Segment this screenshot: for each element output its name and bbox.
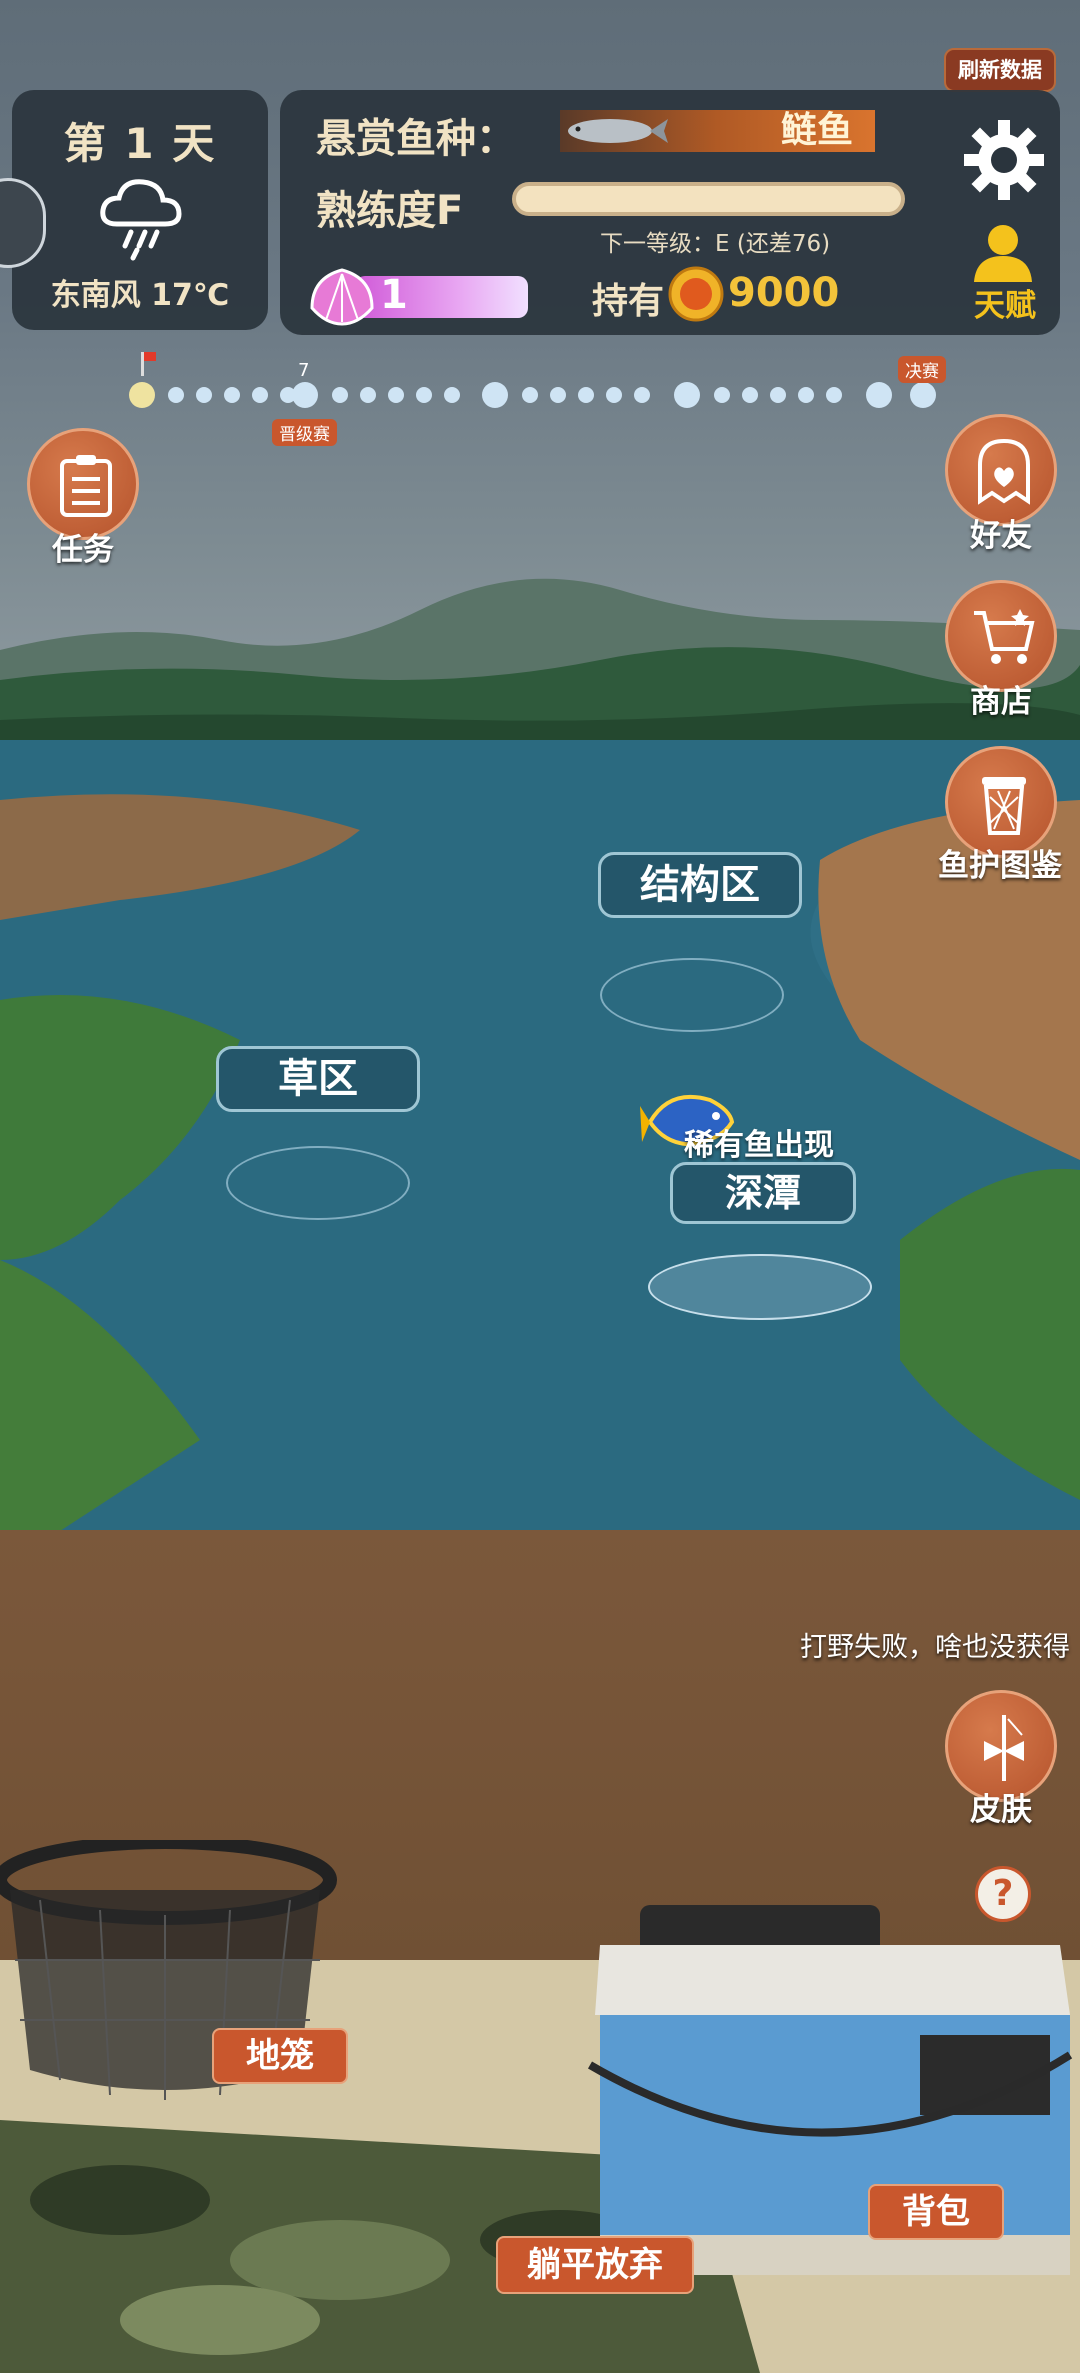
track-dot <box>224 387 240 403</box>
coin-balance: 9000 <box>728 270 840 316</box>
shell-icon[interactable] <box>306 264 378 330</box>
track-dot <box>168 387 184 403</box>
grass-zone-button[interactable]: 草区 <box>216 1046 420 1112</box>
hold-label: 持有 <box>592 281 665 322</box>
track-dot <box>388 387 404 403</box>
structure-zone-button[interactable]: 结构区 <box>598 852 802 918</box>
deep-pool-ripple[interactable] <box>648 1254 872 1320</box>
track-dot <box>360 387 376 403</box>
fish-guide-label: 鱼护图鉴 <box>938 848 1062 884</box>
track-dot <box>252 387 268 403</box>
friends-label: 好友 <box>970 518 1032 554</box>
talent-person-icon[interactable] <box>970 222 1036 282</box>
distant-mountains <box>0 578 1080 760</box>
gear-icon[interactable] <box>962 118 1046 202</box>
tasks-label: 任务 <box>52 532 114 568</box>
bounty-fish-bar[interactable]: 鲢鱼 <box>560 110 875 152</box>
refresh-data-button[interactable]: 刷新数据 <box>944 48 1056 92</box>
ghost-friend-icon <box>978 438 1030 505</box>
track-dot <box>770 387 786 403</box>
track-dot <box>578 387 594 403</box>
fish-trap-button[interactable]: 地笼 <box>212 2028 348 2084</box>
track-dot <box>714 387 730 403</box>
help-button[interactable]: ? <box>975 1866 1031 1922</box>
day-weather-panel: 第 1 天 东南风 17℃ <box>12 90 268 330</box>
talent-label[interactable]: 天赋 <box>960 280 1050 325</box>
rain-cloud-icon <box>100 179 182 261</box>
track-node-start <box>129 382 155 408</box>
track-dot <box>798 387 814 403</box>
track-dot <box>444 387 460 403</box>
gold-coin-icon <box>668 266 724 322</box>
rare-fish-notice: 稀有鱼出现 <box>684 1128 834 1163</box>
silver-carp-icon <box>568 119 668 143</box>
promotion-tag: 晋级赛 <box>272 419 337 446</box>
track-dot <box>826 387 842 403</box>
track-node <box>866 382 892 408</box>
track-node <box>674 382 700 408</box>
track-dot <box>416 387 432 403</box>
start-flag-icon <box>138 352 158 376</box>
next-level-text: 下一等级：E (还差76) <box>600 231 831 257</box>
bounty-label: 悬赏鱼种： <box>316 116 516 162</box>
track-dot <box>332 387 348 403</box>
weather-text: 东南风 17℃ <box>50 278 230 313</box>
cooler-box <box>587 1905 1073 2275</box>
shop-label: 商店 <box>970 684 1032 720</box>
shell-count: 1 <box>380 272 408 318</box>
track-dot <box>196 387 212 403</box>
skins-label: 皮肤 <box>970 1792 1032 1828</box>
proficiency-label: 熟练度F <box>316 188 464 234</box>
track-dot <box>550 387 566 403</box>
give-up-button[interactable]: 躺平放弃 <box>496 2236 694 2294</box>
day-counter: 第 1 天 <box>63 119 217 168</box>
track-dot <box>522 387 538 403</box>
track-dot <box>742 387 758 403</box>
grass-zone-ripple[interactable] <box>226 1146 410 1220</box>
track-mark-label: 7 <box>298 360 310 381</box>
proficiency-bar <box>512 182 905 216</box>
fishing-rod-icon <box>984 1715 1024 1781</box>
fish-basket-icon <box>982 777 1026 835</box>
track-node <box>482 382 508 408</box>
shopping-cart-icon <box>974 609 1035 664</box>
track-dot <box>606 387 622 403</box>
backpack-button[interactable]: 背包 <box>868 2184 1004 2240</box>
track-node-final <box>910 382 936 408</box>
track-node-promotion <box>292 382 318 408</box>
deep-pool-button[interactable]: 深潭 <box>670 1162 856 1224</box>
clipboard-icon <box>60 455 112 517</box>
lake <box>0 740 1080 1570</box>
bounty-fish-name: 鲢鱼 <box>780 110 853 151</box>
result-toast: 打野失败，啥也没获得 <box>800 1632 1070 1663</box>
structure-zone-ripple[interactable] <box>600 958 784 1032</box>
track-dot <box>634 387 650 403</box>
final-tag: 决赛 <box>898 356 946 383</box>
